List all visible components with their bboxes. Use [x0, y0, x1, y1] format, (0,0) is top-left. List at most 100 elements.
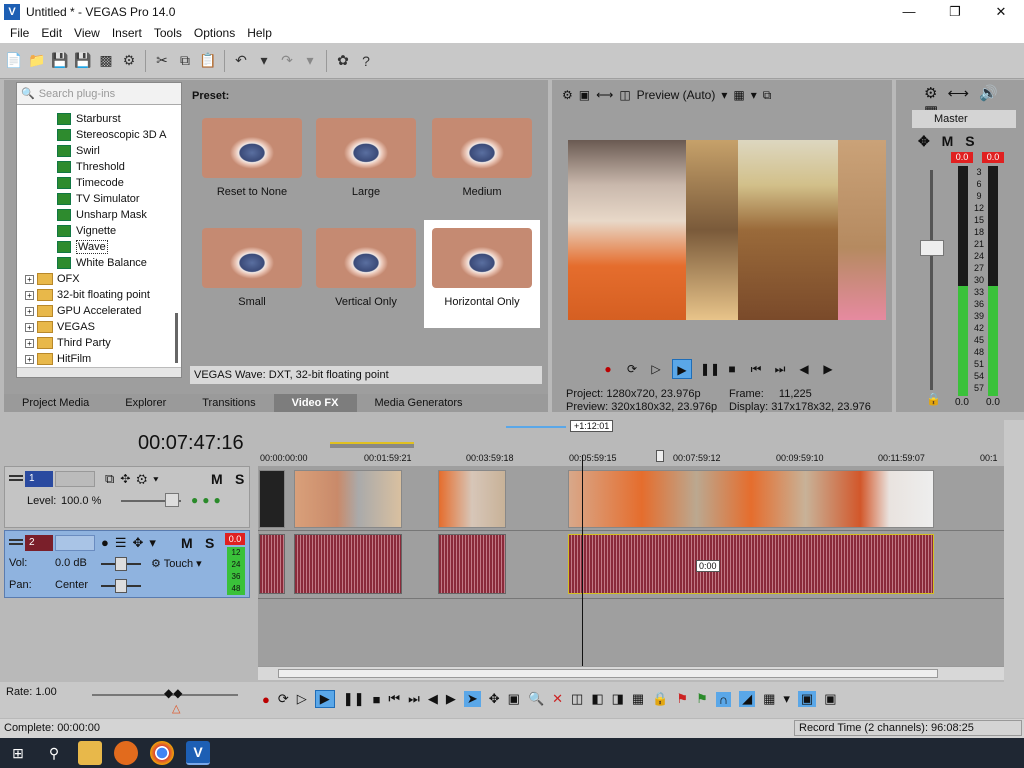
minimize-button[interactable]: — — [886, 0, 932, 23]
expand-icon[interactable]: + — [25, 306, 34, 316]
audio-clip[interactable] — [568, 534, 934, 594]
vol-slider-handle[interactable] — [115, 557, 127, 571]
overlays-icon[interactable]: ▦ — [733, 88, 744, 102]
expand-icon[interactable]: + — [25, 322, 34, 332]
previous-frame-icon[interactable]: ◀ — [428, 691, 438, 707]
track-audio-icons[interactable]: ●☰✥▾ — [101, 535, 162, 551]
redo-dropdown-icon[interactable]: ▾ — [300, 51, 320, 71]
search-plugins-input[interactable]: 🔍 Search plug-ins — [17, 83, 181, 105]
audio-clip[interactable] — [259, 534, 285, 594]
preview-properties-icon[interactable]: ⚙ — [562, 88, 573, 102]
menu-help[interactable]: Help — [241, 26, 278, 40]
snapping-icon[interactable]: ∩ — [715, 691, 732, 707]
track-mute-button[interactable]: M — [211, 471, 223, 487]
preset-small[interactable]: Small — [194, 222, 310, 330]
whats-this-help-icon[interactable]: ? — [356, 51, 376, 71]
playhead-marker[interactable] — [656, 450, 664, 462]
split-icon[interactable]: ▦ — [632, 691, 644, 707]
preset-horizontal-only[interactable]: Horizontal Only — [424, 220, 540, 328]
trim-start-icon[interactable]: ◧ — [591, 691, 603, 707]
loop-region[interactable] — [330, 442, 414, 448]
menu-view[interactable]: View — [68, 26, 106, 40]
normal-edit-tool-icon[interactable]: ➤ — [463, 691, 481, 707]
master-fader-handle[interactable] — [920, 240, 944, 256]
track-solo-button[interactable]: S — [205, 535, 214, 551]
folder-item[interactable]: + OFX — [25, 271, 181, 287]
close-button[interactable]: ✕ — [978, 0, 1024, 23]
go-to-end-icon[interactable]: ⏭ — [408, 691, 420, 707]
undo-icon[interactable]: ↶ — [231, 51, 251, 71]
chrome-icon[interactable] — [150, 741, 174, 765]
play-from-start-icon[interactable]: ▷ — [648, 361, 664, 377]
audio-clip[interactable] — [438, 534, 506, 594]
zoom-tool-icon[interactable]: 🔍 — [528, 691, 544, 707]
stop-icon[interactable]: ■ — [724, 361, 740, 377]
track-name-field[interactable] — [55, 535, 95, 551]
plugin-item[interactable]: TV Simulator — [57, 191, 181, 207]
plugin-item[interactable]: Timecode — [57, 175, 181, 191]
scroll-thumb[interactable] — [278, 669, 938, 678]
menu-file[interactable]: File — [4, 26, 35, 40]
plugin-item[interactable]: White Balance — [57, 255, 181, 271]
tree-hscrollbar[interactable] — [17, 367, 181, 377]
selection-tool-icon[interactable]: ▣ — [508, 691, 520, 707]
plugin-item[interactable]: Vignette — [57, 223, 181, 239]
undo-dropdown-icon[interactable]: ▾ — [254, 51, 274, 71]
previous-frame-icon[interactable]: ◀ — [796, 361, 812, 377]
delete-icon[interactable]: ✕ — [552, 691, 563, 707]
level-slider-handle[interactable] — [165, 493, 179, 507]
chevron-down-icon[interactable]: ▾ — [721, 88, 727, 102]
tab-video-fx[interactable]: Video FX — [273, 394, 357, 412]
go-to-start-icon[interactable]: ⏮ — [748, 361, 764, 377]
firefox-icon[interactable] — [114, 741, 138, 765]
plugin-item[interactable]: Swirl — [57, 143, 181, 159]
external-monitor-icon[interactable]: ▣ — [579, 88, 590, 102]
menu-edit[interactable]: Edit — [35, 26, 68, 40]
plugin-manager-icon[interactable]: ✿ — [333, 51, 353, 71]
chevron-down-icon[interactable]: ▾ — [751, 88, 757, 102]
start-button-icon[interactable]: ⊞ — [6, 741, 30, 765]
preset-large[interactable]: Large — [308, 112, 424, 220]
region-icon[interactable]: ⚑ — [696, 691, 708, 707]
timeline-vscrollbar[interactable] — [1004, 420, 1024, 682]
split-screen-icon[interactable]: ⟷ — [596, 88, 613, 102]
new-icon[interactable]: 📄 — [4, 51, 24, 71]
video-clip[interactable] — [259, 470, 285, 528]
render-icon[interactable]: ▩ — [96, 51, 116, 71]
master-mute-button[interactable]: M — [942, 133, 958, 149]
pause-icon[interactable]: ❚❚ — [700, 361, 720, 377]
marker-icon[interactable]: ⚑ — [676, 691, 688, 707]
track-name-field[interactable] — [55, 471, 95, 487]
record-icon[interactable]: ● — [600, 361, 616, 377]
event-grouping-icon[interactable]: ▣ — [797, 691, 817, 707]
audio-track-header[interactable]: 2 ●☰✥▾ M S 0.0 12 24 36 48 Vol: 0.0 dB ⚙ To… — [4, 530, 250, 598]
cut-icon[interactable]: ✂ — [152, 51, 172, 71]
audio-clip[interactable] — [294, 534, 402, 594]
folder-item[interactable]: + Third Party — [25, 335, 181, 351]
timeline-hscrollbar[interactable] — [258, 666, 1004, 680]
envelope-tool-icon[interactable]: ✥ — [489, 691, 500, 707]
properties-icon[interactable]: ⚙ — [119, 51, 139, 71]
preview-quality-dropdown[interactable]: Preview (Auto) — [637, 88, 716, 102]
compositing-icons[interactable]: ●●● — [191, 493, 225, 507]
paste-icon[interactable]: 📋 — [198, 51, 218, 71]
play-from-start-icon[interactable]: ▷ — [297, 691, 307, 707]
expand-icon[interactable]: + — [25, 338, 34, 348]
pause-icon[interactable]: ❚❚ — [343, 691, 365, 707]
redo-icon[interactable]: ↷ — [277, 51, 297, 71]
loop-icon[interactable]: ⟳ — [624, 361, 640, 377]
video-track-header[interactable]: 1 ⧉✥⚙▾ M S Level: 100.0 % ●●● — [4, 466, 250, 528]
go-to-end-icon[interactable]: ⏭ — [772, 361, 788, 377]
video-clip[interactable] — [438, 470, 506, 528]
copy-icon[interactable]: ⧉ — [175, 51, 195, 71]
folder-item[interactable]: +32-bit floating point — [25, 287, 181, 303]
folder-item[interactable]: + VEGAS — [25, 319, 181, 335]
save-icon[interactable]: 💾 — [50, 51, 70, 71]
menu-insert[interactable]: Insert — [106, 26, 148, 40]
tab-project-media[interactable]: Project Media — [4, 394, 107, 412]
next-frame-icon[interactable]: ▶ — [446, 691, 456, 707]
expand-icon[interactable]: + — [25, 290, 34, 300]
folder-item[interactable]: + GPU Accelerated — [25, 303, 181, 319]
loop-icon[interactable]: ⟳ — [278, 691, 289, 707]
expand-icon[interactable]: + — [25, 274, 34, 284]
